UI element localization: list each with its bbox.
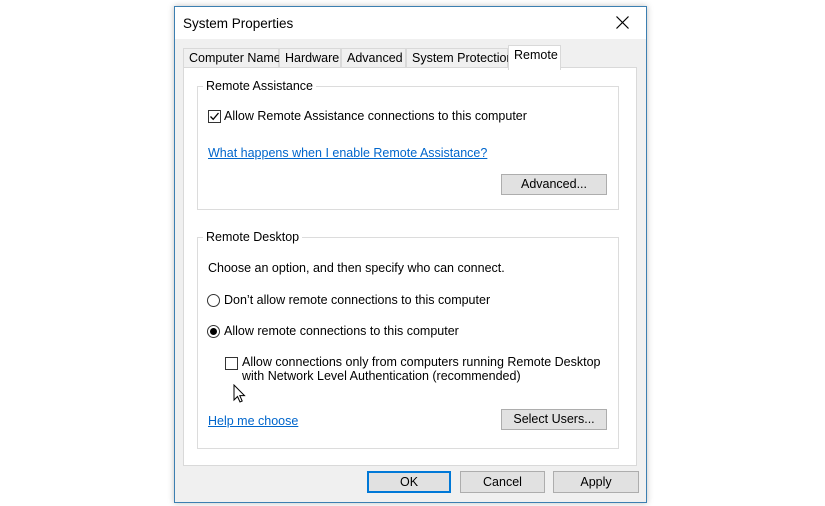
cancel-button[interactable]: Cancel (460, 471, 545, 493)
help-me-choose-link[interactable]: Help me choose (208, 414, 298, 428)
tab-hardware[interactable]: Hardware (279, 48, 341, 68)
remote-desktop-group: Remote Desktop Choose an option, and the… (197, 230, 619, 449)
allow-remote-connections-label[interactable]: Allow remote connections to this compute… (224, 324, 459, 338)
allow-remote-connections-radio[interactable] (207, 325, 220, 338)
remote-assistance-help-link[interactable]: What happens when I enable Remote Assist… (208, 146, 487, 160)
allow-remote-assistance-checkbox[interactable] (208, 110, 221, 123)
advanced-button[interactable]: Advanced... (501, 174, 607, 195)
system-properties-dialog: System Properties Computer Name Hardware… (174, 6, 647, 503)
title-bar[interactable]: System Properties (175, 7, 646, 39)
close-button[interactable] (600, 7, 646, 39)
tab-system-protection[interactable]: System Protection (406, 48, 513, 68)
radio-selected-dot (210, 328, 217, 335)
mouse-pointer-icon (233, 384, 246, 403)
deny-remote-connections-label[interactable]: Don’t allow remote connections to this c… (224, 293, 490, 307)
remote-assistance-group: Remote Assistance Allow Remote Assistanc… (197, 79, 619, 210)
remote-desktop-instruction: Choose an option, and then specify who c… (208, 261, 505, 275)
nla-only-label-line1[interactable]: Allow connections only from computers ru… (242, 355, 601, 369)
allow-remote-assistance-label[interactable]: Allow Remote Assistance connections to t… (224, 109, 527, 123)
checkmark-icon (210, 112, 219, 121)
tab-remote[interactable]: Remote (508, 45, 561, 70)
nla-only-label-line2[interactable]: with Network Level Authentication (recom… (242, 369, 521, 383)
remote-desktop-legend: Remote Desktop (203, 230, 303, 244)
remote-tab-panel: Remote Assistance Allow Remote Assistanc… (183, 67, 637, 466)
remote-assistance-legend: Remote Assistance (203, 79, 316, 93)
window-title: System Properties (183, 16, 294, 31)
nla-only-checkbox[interactable] (225, 357, 238, 370)
tab-advanced[interactable]: Advanced (341, 48, 406, 68)
deny-remote-connections-radio[interactable] (207, 294, 220, 307)
apply-button[interactable]: Apply (553, 471, 639, 493)
select-users-button[interactable]: Select Users... (501, 409, 607, 430)
tab-computer-name[interactable]: Computer Name (183, 48, 281, 68)
close-icon (616, 16, 629, 29)
ok-button[interactable]: OK (367, 471, 451, 493)
